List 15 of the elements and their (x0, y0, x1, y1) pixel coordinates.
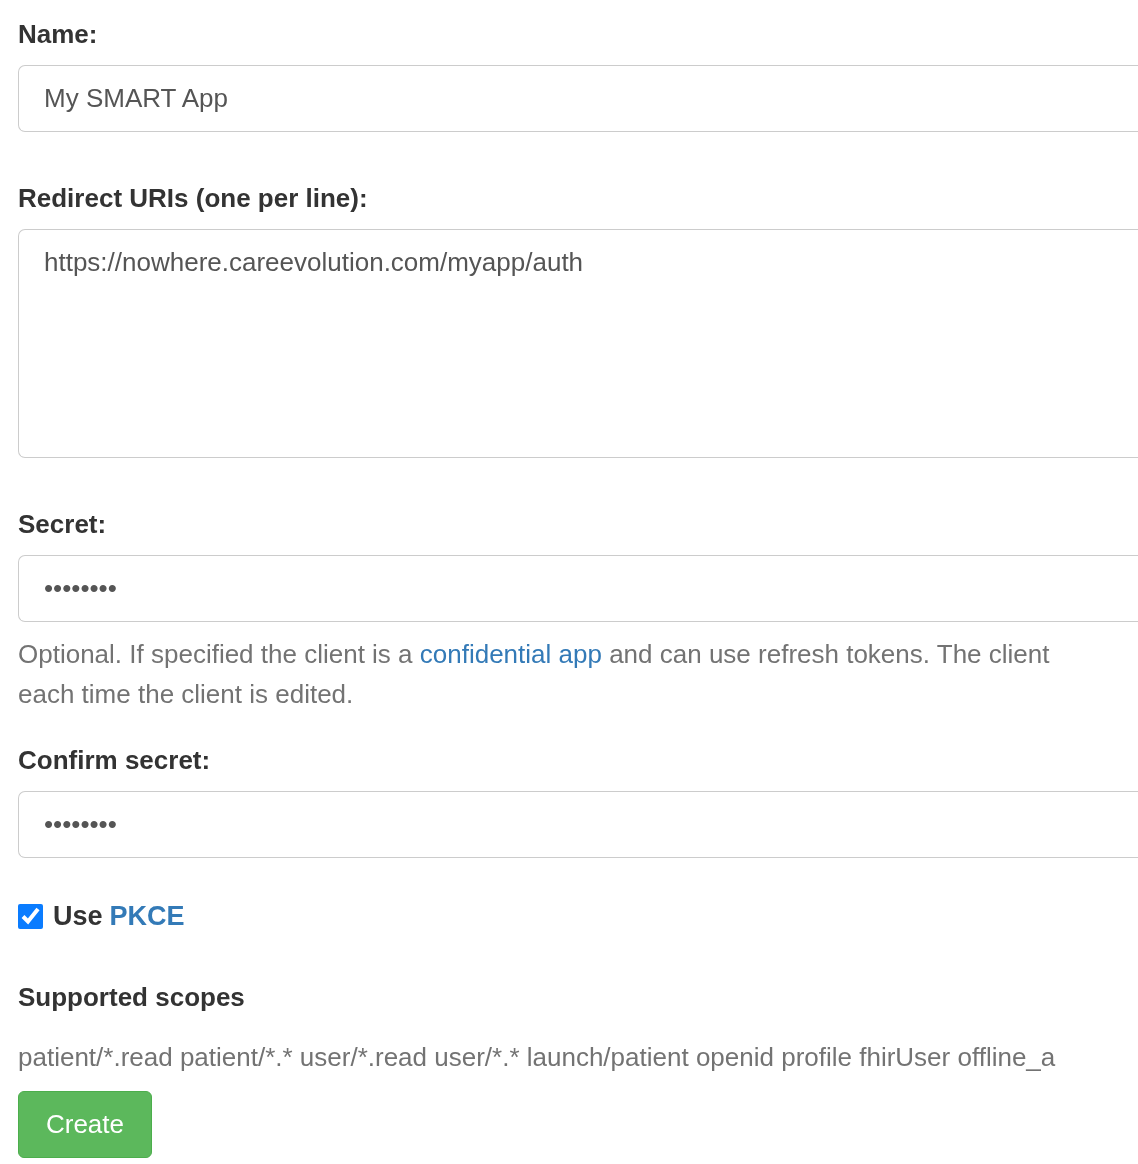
text-area[interactable]: https://nowhere.careevolution.com/myapp/auth (18, 229, 1138, 458)
input-field[interactable]: My SMART App (18, 65, 1138, 132)
pkce-link[interactable]: PKCE (109, 896, 185, 937)
input-field[interactable]: •••••••• (18, 791, 1138, 858)
input-field[interactable]: •••••••• (18, 555, 1138, 622)
scopes-text: patient/*.read patient/*.* user/*.read user/*.* launch/patient openid profile fhirUser offline_a (18, 1040, 1056, 1073)
field-label: Secret: (18, 508, 107, 540)
confidential-app-link[interactable]: confidential app (419, 639, 602, 669)
pkce-checkbox[interactable] (18, 903, 43, 929)
field-label: Redirect URIs (one per line): (18, 182, 368, 214)
scopes-heading: Supported scopes (18, 980, 245, 1013)
help-text: Optional. If specified the client is a confidential app and can use refresh tokens. The client each time the client is edited. (18, 638, 1051, 711)
field-label: Name: (18, 18, 98, 50)
field-label: Confirm secret: (18, 744, 211, 776)
pkce-label: Use (53, 900, 103, 933)
